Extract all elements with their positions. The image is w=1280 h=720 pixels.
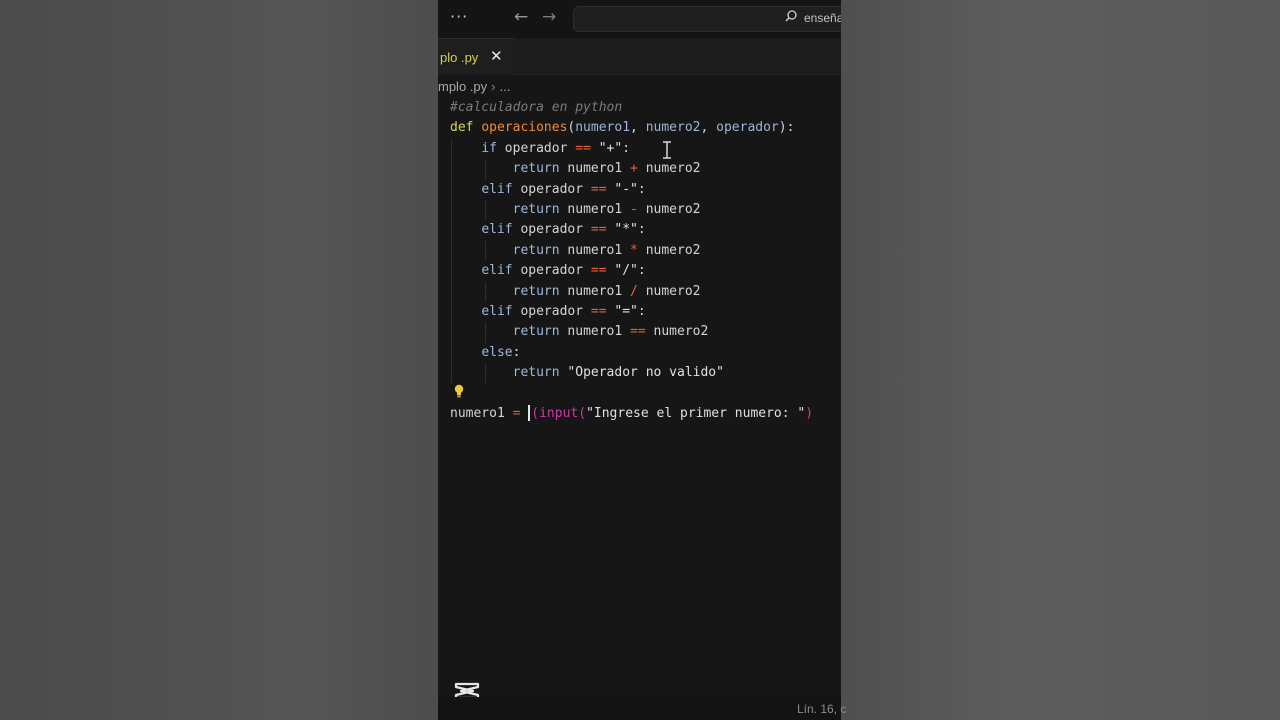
- tab-ejemplo-py[interactable]: plo .py ✕: [438, 38, 514, 75]
- code-line-5: elif operador == "-":: [450, 179, 841, 200]
- breadcrumb-more[interactable]: ...: [499, 79, 510, 94]
- more-icon[interactable]: ···: [450, 7, 468, 26]
- breadcrumb-file[interactable]: mplo .py: [438, 79, 487, 94]
- code-line-14: return "Operador no valido": [450, 363, 841, 384]
- back-arrow-icon[interactable]: ←: [514, 7, 528, 27]
- code-line-16: numero1 = (input("Ingrese el primer nume…: [450, 405, 814, 422]
- lightbulb-icon[interactable]: [453, 384, 465, 398]
- code-line-9: elif operador == "/":: [450, 261, 841, 282]
- code-line-10: return numero1 / numero2: [450, 281, 841, 302]
- close-icon[interactable]: ✕: [490, 47, 503, 65]
- code-area[interactable]: #calculadora en python def operaciones(n…: [450, 98, 841, 424]
- status-bar: Lín. 16, c: [438, 697, 846, 720]
- code-line-6: return numero1 - numero2: [450, 199, 841, 221]
- code-line-1: #calculadora en python: [450, 98, 841, 118]
- breadcrumb-separator: ›: [491, 79, 496, 94]
- cursor-position[interactable]: Lín. 16, c: [797, 702, 846, 716]
- background-right: [841, 0, 1280, 720]
- code-line-4: return numero1 + numero2: [450, 159, 841, 180]
- code-line-7: elif operador == "*":: [450, 220, 841, 241]
- text-cursor-icon: [663, 141, 671, 159]
- text-cursor: [528, 405, 531, 422]
- search-icon: [785, 10, 797, 22]
- title-bar: ··· ← → enseña: [438, 0, 841, 38]
- search-input[interactable]: enseña: [573, 6, 841, 32]
- code-line-13: else:: [450, 342, 841, 364]
- code-line-11: elif operador == "=":: [450, 301, 841, 323]
- tab-bar: plo .py ✕: [438, 38, 841, 75]
- breadcrumb: mplo .py ›...: [438, 79, 510, 97]
- code-line-3: if operador == "+":: [450, 138, 841, 160]
- code-line-12: return numero1 == numero2: [450, 322, 841, 343]
- code-line-2: def operaciones(numero1, numero2, operad…: [450, 120, 795, 136]
- search-text: enseña: [804, 11, 841, 25]
- code-line-8: return numero1 * numero2: [450, 240, 841, 262]
- tab-label: plo .py: [440, 50, 479, 65]
- forward-arrow-icon[interactable]: →: [542, 7, 556, 27]
- code-editor-window: ··· ← → enseña plo .py ✕ mplo .py ›... #c…: [438, 0, 841, 720]
- code-comment: #calculadora en python: [450, 100, 623, 115]
- background-left: [0, 0, 438, 720]
